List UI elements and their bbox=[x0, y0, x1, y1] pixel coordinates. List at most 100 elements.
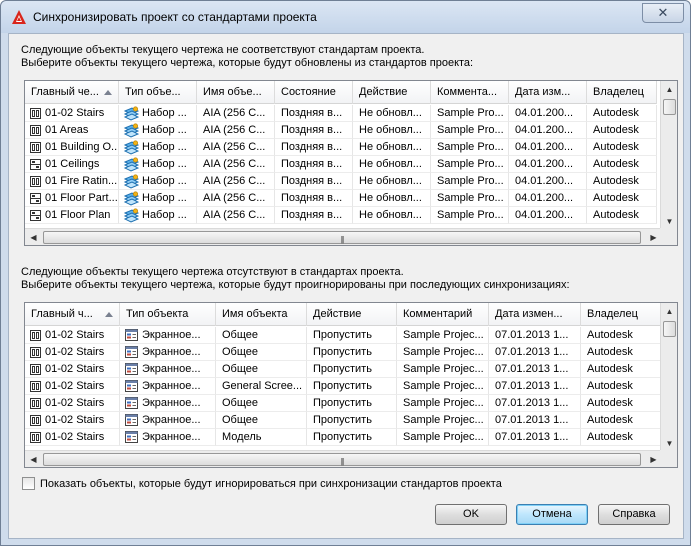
cell-text: Sample Projec... bbox=[403, 431, 484, 443]
table-cell: 01-02 Stairs bbox=[25, 344, 120, 361]
scroll-up-icon[interactable]: ▲ bbox=[661, 303, 677, 320]
table-cell: Общее bbox=[216, 327, 307, 344]
table-row[interactable]: 01-02 Stairs Экранное... Модель Пропустить S… bbox=[25, 429, 661, 446]
grid2-vscroll-thumb[interactable] bbox=[663, 321, 676, 337]
column-header[interactable]: Главный ч... bbox=[25, 303, 120, 326]
cell-text: 01 Fire Ratin... bbox=[45, 174, 118, 187]
table-cell: Общее bbox=[216, 344, 307, 361]
table-row[interactable]: 01-02 Stairs Экранное... Общее Пропустить Sa… bbox=[25, 395, 661, 412]
column-header[interactable]: Действие bbox=[353, 81, 431, 104]
cell-text: Autodesk bbox=[593, 141, 639, 153]
sort-ascending-icon bbox=[105, 312, 113, 317]
table-cell: 01 Floor Plan bbox=[25, 207, 119, 224]
table-cell: 04.01.200... bbox=[509, 105, 587, 122]
cell-text: 07.01.2013 1... bbox=[495, 380, 569, 392]
show-ignored-option[interactable]: Показать объекты, которые будут игнориро… bbox=[22, 477, 502, 490]
grid1-vertical-scrollbar[interactable]: ▲ ▼ bbox=[660, 81, 677, 230]
column-header-label: Имя объе... bbox=[203, 86, 262, 98]
layerset-icon bbox=[123, 122, 139, 138]
grid2-vertical-scrollbar[interactable]: ▲ ▼ bbox=[660, 303, 677, 452]
table-row[interactable]: 01 Floor Plan Набор ... AIA (256 C... Поздн… bbox=[25, 207, 657, 224]
table-cell: 07.01.2013 1... bbox=[489, 361, 581, 378]
cell-text: Не обновл... bbox=[359, 209, 422, 221]
table-row[interactable]: 01-02 Stairs Набор ... AIA (256 C... Поздня… bbox=[25, 105, 657, 122]
cell-text: Не обновл... bbox=[359, 141, 422, 153]
table-cell: Модель bbox=[216, 429, 307, 446]
table-row[interactable]: 01-02 Stairs Экранное... Общее Пропустить Sa… bbox=[25, 361, 661, 378]
scroll-up-icon[interactable]: ▲ bbox=[661, 81, 677, 98]
table-cell: Пропустить bbox=[307, 395, 397, 412]
grid1-vscroll-thumb[interactable] bbox=[663, 99, 676, 115]
cell-text: Набор ... bbox=[142, 157, 187, 170]
scroll-left-icon[interactable]: ◀ bbox=[25, 451, 42, 467]
table-cell: AIA (256 C... bbox=[197, 122, 275, 139]
cell-text: Экранное... bbox=[142, 345, 201, 358]
table-row[interactable]: 01 Areas Набор ... AIA (256 C... Поздняя в.… bbox=[25, 122, 657, 139]
table-row[interactable]: 01-02 Stairs Экранное... General Scree... П… bbox=[25, 378, 661, 395]
table-cell: 01-02 Stairs bbox=[25, 105, 119, 122]
column-header[interactable]: Дата измен... bbox=[489, 303, 581, 326]
grid1-horizontal-scrollbar[interactable]: ◀ ||| ▶ bbox=[25, 228, 662, 245]
column-header[interactable]: Владелец bbox=[587, 81, 657, 104]
cell-text: Общее bbox=[222, 363, 259, 375]
cell-text: Набор ... bbox=[142, 174, 187, 187]
column-header[interactable]: Состояние bbox=[275, 81, 353, 104]
column-header-label: Действие bbox=[359, 86, 408, 98]
table-row[interactable]: 01 Floor Part... Набор ... AIA (256 C... По… bbox=[25, 190, 657, 207]
column-header[interactable]: Главный че... bbox=[25, 81, 119, 104]
column-header[interactable]: Тип объекта bbox=[120, 303, 216, 326]
table-cell: Sample Pro... bbox=[431, 156, 509, 173]
column-header[interactable]: Имя объе... bbox=[197, 81, 275, 104]
cell-text: 01 Ceilings bbox=[45, 157, 100, 170]
table-cell: 01-02 Stairs bbox=[25, 327, 120, 344]
table-row[interactable]: 01 Ceilings Набор ... AIA (256 C... Поздняя… bbox=[25, 156, 657, 173]
table-cell: Экранное... bbox=[120, 344, 216, 361]
close-button[interactable]: ✕ bbox=[642, 3, 684, 23]
grid1-header: Главный че... Тип объе... Имя объе... Состо… bbox=[25, 81, 657, 104]
column-header[interactable]: Владелец bbox=[581, 303, 661, 326]
scroll-corner bbox=[660, 450, 677, 467]
cell-text: Autodesk bbox=[587, 431, 633, 443]
cell-text: General Scree... bbox=[222, 380, 303, 392]
column-header[interactable]: Тип объе... bbox=[119, 81, 197, 104]
missing-objects-grid[interactable]: Главный ч... Тип объекта Имя объекта Действ… bbox=[24, 302, 678, 468]
cell-text: 01-02 Stairs bbox=[45, 413, 105, 426]
table-row[interactable]: 01-02 Stairs Экранное... Общее Пропустить Sa… bbox=[25, 412, 661, 429]
table-cell: Sample Pro... bbox=[431, 105, 509, 122]
grid2-hscroll-thumb[interactable]: ||| bbox=[43, 453, 641, 466]
cell-text: 07.01.2013 1... bbox=[495, 397, 569, 409]
table-cell: AIA (256 C... bbox=[197, 190, 275, 207]
grid2-horizontal-scrollbar[interactable]: ◀ ||| ▶ bbox=[25, 450, 662, 467]
cell-text: 04.01.200... bbox=[515, 175, 574, 187]
table-cell: Поздняя в... bbox=[275, 156, 353, 173]
column-header-label: Имя объекта bbox=[222, 308, 288, 320]
section1-description: Следующие объекты текущего чертежа не со… bbox=[21, 44, 473, 70]
column-header[interactable]: Действие bbox=[307, 303, 397, 326]
show-ignored-checkbox[interactable] bbox=[22, 477, 35, 490]
ok-button[interactable]: OK bbox=[435, 504, 507, 525]
title-bar[interactable]: Синхронизировать проект со стандартами п… bbox=[1, 1, 690, 33]
grid1-hscroll-thumb[interactable]: ||| bbox=[43, 231, 641, 244]
table-row[interactable]: 01-02 Stairs Экранное... Общее Пропустить Sa… bbox=[25, 327, 661, 344]
table-cell: Autodesk bbox=[587, 156, 657, 173]
table-cell: Autodesk bbox=[581, 344, 661, 361]
column-header[interactable]: Дата изм... bbox=[509, 81, 587, 104]
column-header[interactable]: Комментарий bbox=[397, 303, 489, 326]
column-header[interactable]: Коммента... bbox=[431, 81, 509, 104]
cell-text: Не обновл... bbox=[359, 192, 422, 204]
scroll-left-icon[interactable]: ◀ bbox=[25, 229, 42, 245]
scroll-corner bbox=[660, 228, 677, 245]
nonconforming-objects-grid[interactable]: Главный че... Тип объе... Имя объе... Состо… bbox=[24, 80, 678, 246]
table-row[interactable]: 01-02 Stairs Экранное... Общее Пропустить Sa… bbox=[25, 344, 661, 361]
close-icon: ✕ bbox=[657, 5, 669, 20]
table-row[interactable]: 01 Fire Ratin... Набор ... AIA (256 C... По… bbox=[25, 173, 657, 190]
cell-text: 01 Floor Part... bbox=[45, 191, 118, 204]
help-button[interactable]: Справка bbox=[598, 504, 670, 525]
table-cell: Autodesk bbox=[581, 429, 661, 446]
table-row[interactable]: 01 Building O... Набор ... AIA (256 C... По… bbox=[25, 139, 657, 156]
column-header[interactable]: Имя объекта bbox=[216, 303, 307, 326]
cell-text: AIA (256 C... bbox=[203, 124, 266, 136]
cell-text: 07.01.2013 1... bbox=[495, 346, 569, 358]
layerset-icon bbox=[123, 173, 139, 189]
cancel-button[interactable]: Отмена bbox=[516, 504, 588, 525]
